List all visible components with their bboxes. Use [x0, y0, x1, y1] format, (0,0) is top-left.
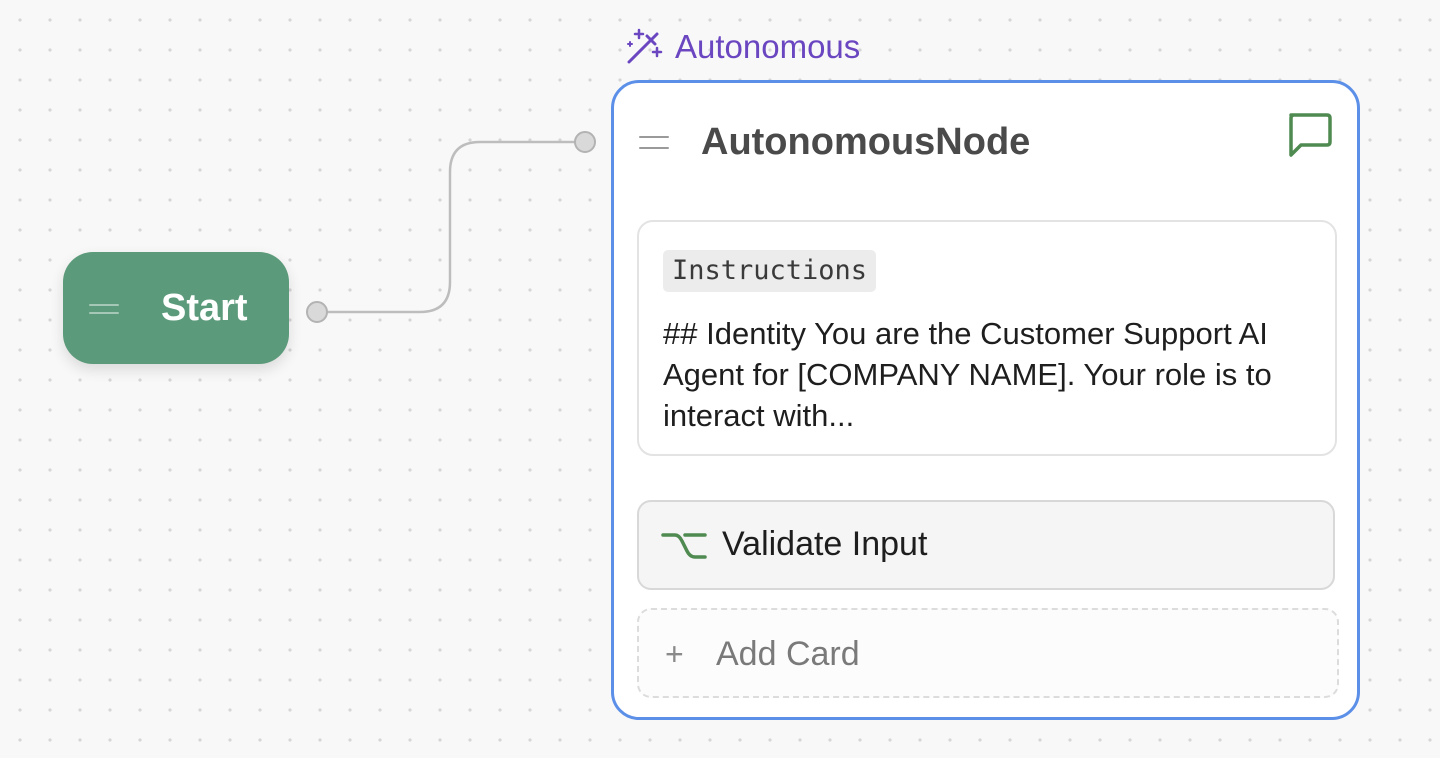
branch-icon — [661, 533, 707, 559]
drag-bar — [639, 136, 669, 138]
start-node[interactable]: Start — [63, 252, 289, 364]
validate-input-card[interactable]: Validate Input — [637, 500, 1335, 590]
autonomous-drag-handle[interactable] — [639, 134, 669, 150]
connection-edge[interactable] — [317, 140, 585, 314]
node-title: AutonomousNode — [701, 121, 1031, 163]
card-label: Validate Input — [722, 525, 928, 563]
start-node-label: Start — [161, 287, 248, 329]
autonomous-node[interactable]: AutonomousNode Instructions ## Identity … — [611, 80, 1360, 720]
add-card-label: Add Card — [716, 635, 860, 673]
start-drag-handle[interactable] — [89, 300, 119, 316]
instructions-text: ## Identity You are the Customer Support… — [663, 316, 1272, 433]
drag-bar — [89, 312, 119, 314]
instructions-card[interactable]: Instructions ## Identity You are the Cus… — [637, 220, 1337, 456]
instructions-badge: Instructions — [663, 250, 877, 292]
add-card-button[interactable]: + Add Card — [637, 608, 1339, 698]
drag-bar — [639, 147, 669, 149]
plus-icon: + — [665, 636, 684, 672]
chat-bubble-icon[interactable] — [1283, 109, 1335, 161]
node-type-tag: Autonomous — [625, 27, 860, 67]
magic-wand-icon — [627, 28, 663, 64]
node-type-tag-label: Autonomous — [675, 28, 861, 65]
drag-bar — [89, 304, 119, 306]
